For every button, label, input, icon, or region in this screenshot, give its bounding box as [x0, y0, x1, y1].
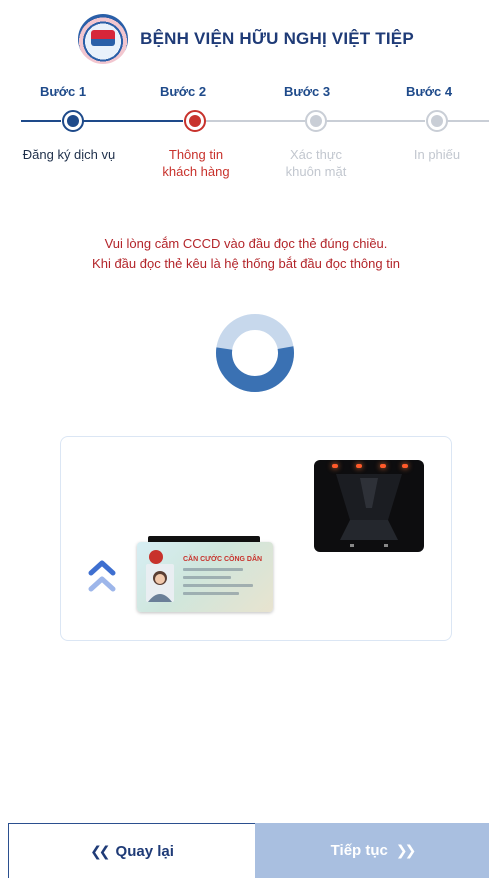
step-3-desc: Xác thực khuôn mặt: [256, 146, 376, 180]
track-segment: [21, 120, 61, 122]
instruction-line2: Khi đầu đọc thẻ kêu là hệ thống bắt đầu …: [92, 256, 400, 271]
track-segment: [325, 120, 425, 122]
track-segment: [205, 120, 305, 122]
instruction-line1: Vui lòng cắm CCCD vào đầu đọc thẻ đúng c…: [104, 236, 388, 251]
back-button-label: Quay lại: [115, 842, 174, 860]
citizen-id-card-icon: CĂN CƯỚC CÔNG DÂN: [137, 542, 273, 612]
id-card-reader-icon: [314, 460, 424, 552]
step-2-desc-line1: Thông tin: [168, 147, 224, 162]
step-4-desc-line1: In phiếu: [413, 147, 461, 162]
step-1-desc-line1: Đăng ký dịch vụ: [22, 147, 116, 162]
track-segment: [83, 120, 183, 122]
track-segment: [447, 120, 489, 122]
step-3-desc-line2: khuôn mặt: [285, 164, 347, 179]
instruction-text: Vui lòng cắm CCCD vào đầu đọc thẻ đúng c…: [3, 234, 489, 274]
card-insert-illustration: CĂN CƯỚC CÔNG DÂN: [60, 436, 452, 641]
double-chevron-up-icon: [88, 560, 116, 592]
step-4-desc: In phiếu: [377, 146, 492, 163]
step-2-desc-line2: khách hàng: [162, 164, 230, 179]
step-4-title: Bước 4: [405, 84, 453, 99]
loading-spinner-icon: [216, 314, 294, 392]
step-4-indicator: [426, 110, 448, 132]
step-3-title: Bước 3: [283, 84, 331, 99]
back-button[interactable]: ❮❮ Quay lại: [8, 823, 255, 878]
hospital-name: BỆNH VIỆN HỮU NGHỊ VIỆT TIỆP: [140, 29, 414, 48]
step-3-indicator: [305, 110, 327, 132]
step-1-indicator: [62, 110, 84, 132]
step-1-desc: Đăng ký dịch vụ: [9, 146, 129, 163]
id-card-title: CĂN CƯỚC CÔNG DÂN: [183, 556, 263, 563]
step-1-title: Bước 1: [39, 84, 87, 99]
next-button[interactable]: Tiếp tục ❯❯: [255, 823, 489, 878]
next-button-label: Tiếp tục: [330, 842, 388, 859]
kiosk-screen: BỆNH VIỆN HỮU NGHỊ VIỆT TIỆP Bước 1 Bước…: [3, 0, 489, 878]
step-3-desc-line1: Xác thực: [289, 147, 343, 162]
double-chevron-left-icon: ❮❮: [90, 842, 111, 859]
hospital-logo-icon: [78, 14, 129, 64]
step-2-indicator: [184, 110, 206, 132]
step-2-title: Bước 2: [159, 84, 207, 99]
app-header: BỆNH VIỆN HỮU NGHỊ VIỆT TIỆP: [3, 14, 489, 64]
double-chevron-right-icon: ❯❯: [395, 842, 417, 858]
step-2-desc: Thông tin khách hàng: [136, 146, 256, 180]
